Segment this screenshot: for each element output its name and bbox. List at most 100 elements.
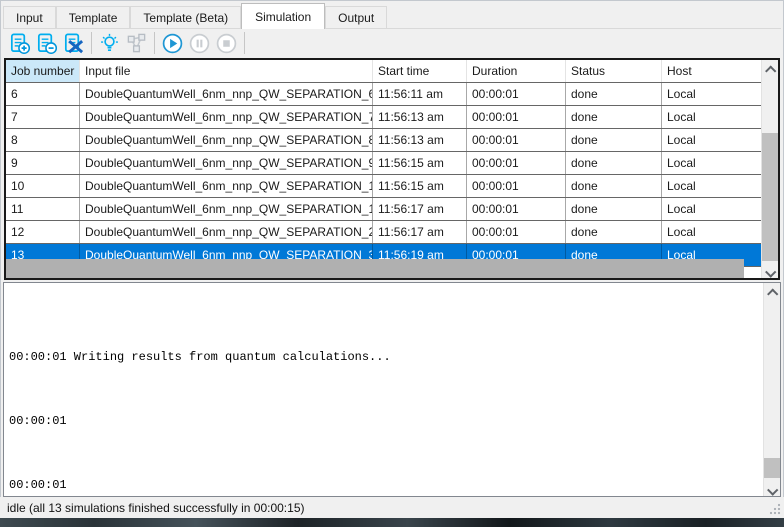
cell-duration: 00:00:01 bbox=[467, 175, 566, 197]
resize-grip-icon[interactable] bbox=[769, 503, 781, 515]
scroll-up-button[interactable] bbox=[764, 283, 780, 300]
cell-start-time: 11:56:15 am bbox=[373, 175, 467, 197]
cell-start-time: 11:56:17 am bbox=[373, 221, 467, 243]
cluster-network-icon bbox=[125, 32, 148, 55]
cell-job-number: 9 bbox=[6, 152, 80, 174]
job-row-6[interactable]: 6 DoubleQuantumWell_6nm_nnp_QW_SEPARATIO… bbox=[6, 83, 761, 106]
cell-status: done bbox=[566, 198, 662, 220]
cell-duration: 00:00:01 bbox=[467, 198, 566, 220]
chevron-up-icon bbox=[765, 65, 776, 76]
job-row-8[interactable]: 8 DoubleQuantumWell_6nm_nnp_QW_SEPARATIO… bbox=[6, 129, 761, 152]
jobs-grid: Job number Input file Start time Duratio… bbox=[6, 60, 761, 278]
stop-simulation-button[interactable] bbox=[213, 30, 240, 56]
job-row-12[interactable]: 12 DoubleQuantumWell_6nm_nnp_QW_SEPARATI… bbox=[6, 221, 761, 244]
cell-job-number: 6 bbox=[6, 83, 80, 105]
tab-output[interactable]: Output bbox=[325, 6, 387, 28]
cell-host: Local bbox=[662, 83, 761, 105]
cell-start-time: 11:56:17 am bbox=[373, 198, 467, 220]
desktop-background-strip bbox=[0, 518, 784, 527]
cell-input-file: DoubleQuantumWell_6nm_nnp_QW_SEPARATION_… bbox=[80, 129, 373, 151]
run-simulation-button[interactable] bbox=[159, 30, 186, 56]
cell-duration: 00:00:01 bbox=[467, 221, 566, 243]
tab-simulation[interactable]: Simulation bbox=[241, 3, 325, 29]
tab-label: Input bbox=[16, 11, 43, 25]
cell-start-time: 11:56:11 am bbox=[373, 83, 467, 105]
job-row-11[interactable]: 11 DoubleQuantumWell_6nm_nnp_QW_SEPARATI… bbox=[6, 198, 761, 221]
log-output-panel[interactable]: 00:00:01 Writing results from quantum ca… bbox=[3, 282, 781, 497]
toolbar-separator bbox=[91, 32, 92, 54]
jobs-table-empty-area bbox=[6, 259, 744, 278]
job-row-9[interactable]: 9 DoubleQuantumWell_6nm_nnp_QW_SEPARATIO… bbox=[6, 152, 761, 175]
toolbar-separator bbox=[244, 32, 245, 54]
cell-host: Local bbox=[662, 198, 761, 220]
column-header-duration[interactable]: Duration bbox=[467, 60, 566, 82]
cell-host: Local bbox=[662, 175, 761, 197]
cell-duration: 00:00:01 bbox=[467, 129, 566, 151]
column-header-start-time[interactable]: Start time bbox=[373, 60, 467, 82]
cell-host: Local bbox=[662, 152, 761, 174]
scrollbar-thumb[interactable] bbox=[762, 133, 778, 261]
scrollbar-thumb[interactable] bbox=[764, 458, 780, 478]
chevron-down-icon bbox=[767, 484, 778, 495]
cell-job-number: 10 bbox=[6, 175, 80, 197]
cell-status: done bbox=[566, 106, 662, 128]
tab-input[interactable]: Input bbox=[3, 6, 56, 28]
job-row-10[interactable]: 10 DoubleQuantumWell_6nm_nnp_QW_SEPARATI… bbox=[6, 175, 761, 198]
clear-input-files-icon bbox=[62, 32, 85, 55]
cell-start-time: 11:56:13 am bbox=[373, 129, 467, 151]
clear-input-files-button[interactable] bbox=[60, 30, 87, 56]
cell-host: Local bbox=[662, 129, 761, 151]
cell-input-file: DoubleQuantumWell_6nm_nnp_QW_SEPARATION_… bbox=[80, 221, 373, 243]
hint-button[interactable] bbox=[96, 30, 123, 56]
cell-duration: 00:00:01 bbox=[467, 83, 566, 105]
log-content: 00:00:01 Writing results from quantum ca… bbox=[9, 285, 761, 495]
jobs-table-scrollbar[interactable] bbox=[761, 60, 778, 278]
cell-input-file: DoubleQuantumWell_6nm_nnp_QW_SEPARATION_… bbox=[80, 106, 373, 128]
tab-template-beta[interactable]: Template (Beta) bbox=[130, 6, 241, 28]
tab-template[interactable]: Template bbox=[56, 6, 131, 28]
cell-input-file: DoubleQuantumWell_6nm_nnp_QW_SEPARATION_… bbox=[80, 198, 373, 220]
cell-status: done bbox=[566, 129, 662, 151]
toolbar-separator bbox=[154, 32, 155, 54]
add-input-file-button[interactable] bbox=[6, 30, 33, 56]
stop-simulation-icon bbox=[215, 32, 238, 55]
cell-job-number: 7 bbox=[6, 106, 80, 128]
job-row-7[interactable]: 7 DoubleQuantumWell_6nm_nnp_QW_SEPARATIO… bbox=[6, 106, 761, 129]
pause-simulation-button[interactable] bbox=[186, 30, 213, 56]
column-header-input-file[interactable]: Input file bbox=[80, 60, 373, 82]
cell-status: done bbox=[566, 152, 662, 174]
pause-simulation-icon bbox=[188, 32, 211, 55]
tab-bar: Input Template Template (Beta) Simulatio… bbox=[3, 2, 781, 29]
simulation-window: Input Template Template (Beta) Simulatio… bbox=[0, 0, 784, 527]
jobs-table: Job number Input file Start time Duratio… bbox=[4, 58, 780, 280]
log-scrollbar[interactable] bbox=[763, 283, 780, 496]
scroll-down-button[interactable] bbox=[764, 479, 780, 496]
cell-input-file: DoubleQuantumWell_6nm_nnp_QW_SEPARATION_… bbox=[80, 83, 373, 105]
tab-label: Output bbox=[338, 11, 374, 25]
hint-lightbulb-icon bbox=[98, 32, 121, 55]
cell-start-time: 11:56:13 am bbox=[373, 106, 467, 128]
column-header-status[interactable]: Status bbox=[566, 60, 662, 82]
scroll-up-button[interactable] bbox=[762, 60, 778, 77]
cluster-button[interactable] bbox=[123, 30, 150, 56]
run-simulation-icon bbox=[161, 32, 184, 55]
jobs-table-header: Job number Input file Start time Duratio… bbox=[6, 60, 761, 83]
remove-input-file-icon bbox=[35, 32, 58, 55]
chevron-down-icon bbox=[765, 266, 776, 277]
log-line: 00:00:01 bbox=[9, 413, 761, 429]
cell-start-time: 11:56:15 am bbox=[373, 152, 467, 174]
cell-status: done bbox=[566, 221, 662, 243]
jobs-rows: 6 DoubleQuantumWell_6nm_nnp_QW_SEPARATIO… bbox=[6, 83, 761, 267]
cell-status: done bbox=[566, 83, 662, 105]
cell-input-file: DoubleQuantumWell_6nm_nnp_QW_SEPARATION_… bbox=[80, 152, 373, 174]
remove-input-file-button[interactable] bbox=[33, 30, 60, 56]
status-text: idle (all 13 simulations finished succes… bbox=[7, 501, 305, 515]
column-header-job-number[interactable]: Job number bbox=[6, 60, 80, 82]
cell-host: Local bbox=[662, 221, 761, 243]
add-input-file-icon bbox=[8, 32, 31, 55]
cell-duration: 00:00:01 bbox=[467, 152, 566, 174]
cell-job-number: 8 bbox=[6, 129, 80, 151]
column-header-host[interactable]: Host bbox=[662, 60, 761, 82]
tab-label: Template bbox=[69, 11, 118, 25]
scroll-down-button[interactable] bbox=[762, 261, 778, 278]
